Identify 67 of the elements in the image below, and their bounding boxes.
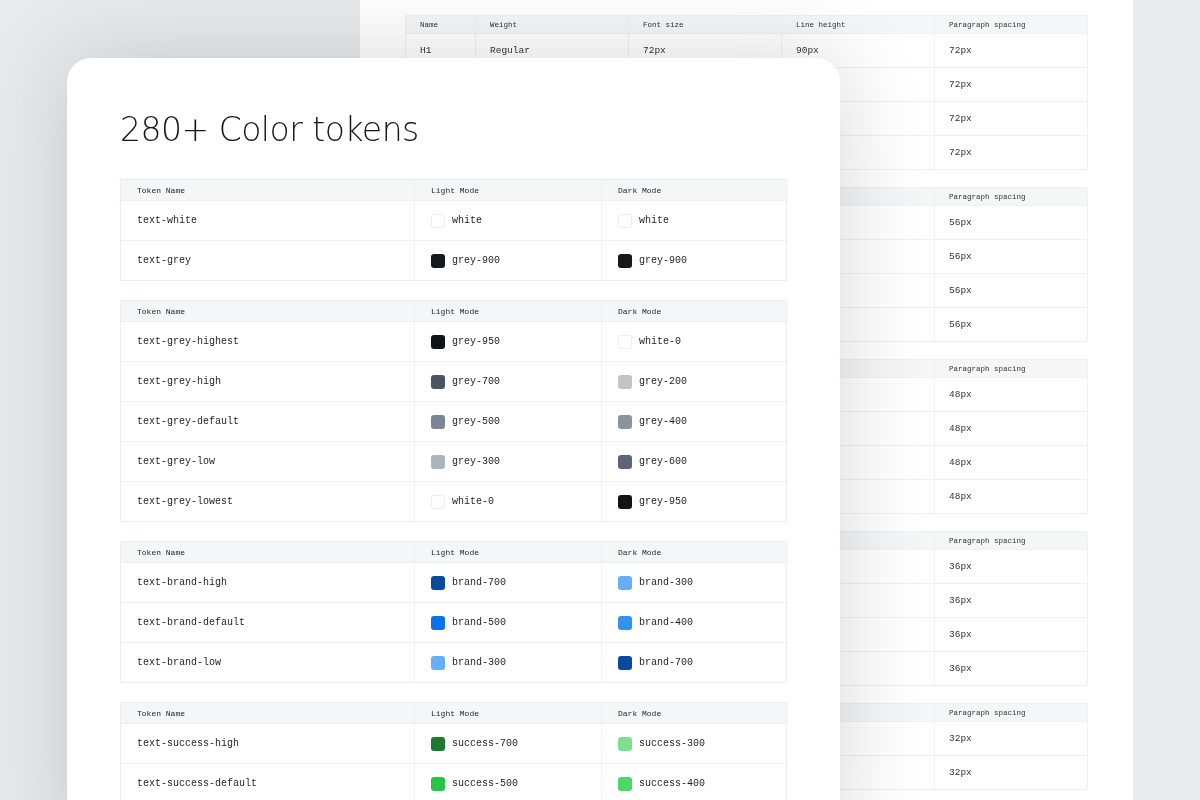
table-cell: 32px [935, 755, 1088, 789]
token-name: text-grey [137, 255, 191, 266]
color-name: grey-900 [452, 255, 500, 266]
column-header: Token Name [121, 703, 414, 723]
table-cell: 36px [935, 651, 1088, 685]
column-header: Dark Mode [601, 703, 788, 723]
table-cell: 48px [935, 411, 1088, 445]
column-header: Light Mode [414, 180, 601, 200]
column-header: Light Mode [414, 703, 601, 723]
token-name: text-brand-high [137, 577, 227, 588]
color-name: grey-700 [452, 376, 500, 387]
color-name: white-0 [452, 496, 494, 507]
color-name: success-500 [452, 778, 518, 789]
page-title: 280+ Color tokens [120, 110, 420, 149]
color-name: success-700 [452, 738, 518, 749]
token-name: text-grey-highest [137, 336, 240, 347]
color-name: success-400 [639, 778, 705, 789]
column-header: Dark Mode [601, 301, 788, 321]
table-cell: 48px [935, 445, 1088, 479]
table-cell: 56px [935, 205, 1088, 239]
table-cell: 48px [935, 479, 1088, 513]
color-name: grey-950 [639, 496, 687, 507]
color-name: white [639, 215, 669, 226]
color-name: brand-700 [639, 657, 693, 668]
table-cell: 72px [935, 67, 1088, 101]
color-name: brand-300 [639, 577, 693, 588]
column-header: Dark Mode [601, 542, 788, 562]
table-cell: 72px [935, 33, 1088, 67]
table-cell: 56px [935, 239, 1088, 273]
table-cell: 56px [935, 307, 1088, 341]
table-cell: 36px [935, 549, 1088, 583]
color-name: success-300 [639, 738, 705, 749]
color-name: brand-700 [452, 577, 506, 588]
color-name: brand-300 [452, 657, 506, 668]
column-header: Light Mode [414, 542, 601, 562]
column-header: Dark Mode [601, 180, 788, 200]
color-name: grey-900 [639, 255, 687, 266]
table-cell: 48px [935, 377, 1088, 411]
token-name: text-success-default [137, 778, 258, 789]
token-name: text-grey-lowest [137, 496, 233, 507]
color-name: white-0 [639, 336, 681, 347]
table-cell: 72px [935, 135, 1088, 169]
color-name: grey-300 [452, 456, 500, 467]
color-name: white [452, 215, 482, 226]
token-name: text-brand-low [137, 657, 221, 668]
column-header: Token Name [121, 180, 414, 200]
color-name: grey-500 [452, 416, 500, 427]
token-name: text-grey-high [137, 376, 221, 387]
color-name: grey-200 [639, 376, 687, 387]
table-cell: 56px [935, 273, 1088, 307]
token-name: text-grey-default [137, 416, 240, 427]
token-name: text-brand-default [137, 617, 246, 628]
column-header: Token Name [121, 301, 414, 321]
color-name: grey-600 [639, 456, 687, 467]
table-cell: 72px [935, 101, 1088, 135]
column-header: Token Name [121, 542, 414, 562]
table-cell: 32px [935, 721, 1088, 755]
table-cell: 36px [935, 583, 1088, 617]
token-name: text-success-high [137, 738, 240, 749]
color-name: brand-500 [452, 617, 506, 628]
color-name: grey-950 [452, 336, 500, 347]
token-name: text-white [137, 215, 197, 226]
color-name: grey-400 [639, 416, 687, 427]
column-header: Light Mode [414, 301, 601, 321]
token-name: text-grey-low [137, 456, 215, 467]
table-cell: 36px [935, 617, 1088, 651]
color-name: brand-400 [639, 617, 693, 628]
